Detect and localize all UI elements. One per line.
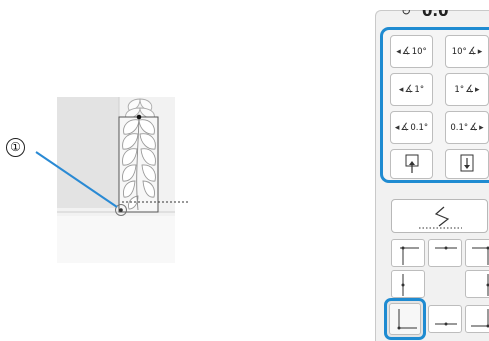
- arrow-right-icon: ▸: [475, 85, 480, 95]
- corner-bottom-left-icon: [390, 304, 422, 336]
- zigzag-stitch-icon: [392, 200, 489, 234]
- fabric-lower: [57, 216, 175, 263]
- fabric-illustration: [0, 0, 260, 340]
- center-point: [137, 115, 142, 120]
- embroidery-preview: ①: [0, 0, 260, 340]
- frame-up-arrow-icon: [402, 153, 422, 175]
- rotate-left-10-button[interactable]: ◂∡10°: [390, 35, 433, 68]
- arrow-left-icon: ◂: [395, 123, 400, 133]
- angle-icon: ∡: [400, 122, 409, 133]
- frame-down-arrow-icon: [457, 153, 477, 175]
- rotation-readout: ↻ 0.0°: [392, 10, 489, 24]
- middle-right-icon: [466, 271, 489, 299]
- angle-icon: ∡: [469, 122, 478, 133]
- arrow-right-icon: ▸: [478, 47, 483, 57]
- callout-number: ①: [6, 138, 25, 157]
- arrow-left-icon: ◂: [396, 47, 401, 57]
- position-top-right-button[interactable]: [465, 239, 489, 267]
- bottom-center-icon: [429, 306, 463, 334]
- rotation-angle-value: 0.0°: [422, 10, 456, 20]
- position-bottom-center-button[interactable]: [428, 305, 462, 333]
- rotate-left-0-1-button[interactable]: ◂∡0.1°: [390, 111, 433, 144]
- fabric-shade: [57, 97, 119, 208]
- middle-left-icon: [392, 271, 426, 299]
- position-middle-right-button[interactable]: [465, 270, 489, 298]
- position-top-center-button[interactable]: [428, 239, 462, 267]
- arrow-left-icon: ◂: [399, 85, 404, 95]
- angle-icon: ∡: [402, 46, 411, 57]
- rotate-right-10-button[interactable]: 10°∡▸: [445, 35, 489, 68]
- rotate-icon: ↻: [401, 10, 411, 18]
- corner-top-right-icon: [466, 240, 489, 268]
- position-top-left-button[interactable]: [391, 239, 425, 267]
- position-bottom-left-button[interactable]: [389, 303, 421, 335]
- angle-icon: ∡: [404, 84, 413, 95]
- move-down-button[interactable]: [445, 149, 489, 179]
- position-bottom-right-button[interactable]: [465, 305, 489, 333]
- move-up-button[interactable]: [390, 149, 433, 179]
- stitch-type-button[interactable]: [391, 199, 488, 233]
- arrow-right-icon: ▸: [479, 123, 484, 133]
- angle-icon: ∡: [468, 46, 477, 57]
- top-center-icon: [429, 240, 463, 268]
- position-middle-left-button[interactable]: [391, 270, 425, 298]
- rotate-right-1-button[interactable]: 1°∡▸: [445, 73, 489, 106]
- rotate-right-0-1-button[interactable]: 0.1°∡▸: [445, 111, 489, 144]
- corner-top-left-icon: [392, 240, 426, 268]
- corner-bottom-right-icon: [466, 306, 489, 334]
- rotate-left-1-button[interactable]: ◂∡1°: [390, 73, 433, 106]
- angle-icon: ∡: [465, 84, 474, 95]
